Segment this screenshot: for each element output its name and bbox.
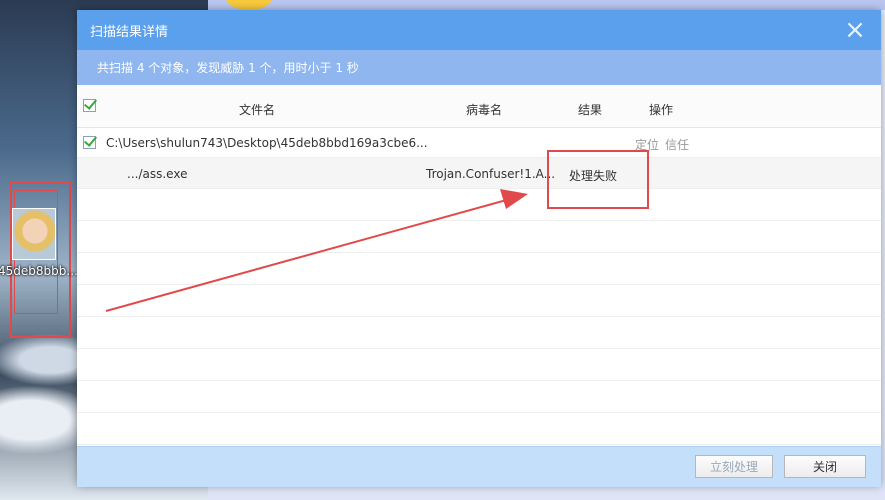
- annotation-arrow-shaft: [105, 198, 511, 312]
- annotation-arrowhead: [500, 189, 528, 209]
- annotation-arrow: [105, 189, 528, 312]
